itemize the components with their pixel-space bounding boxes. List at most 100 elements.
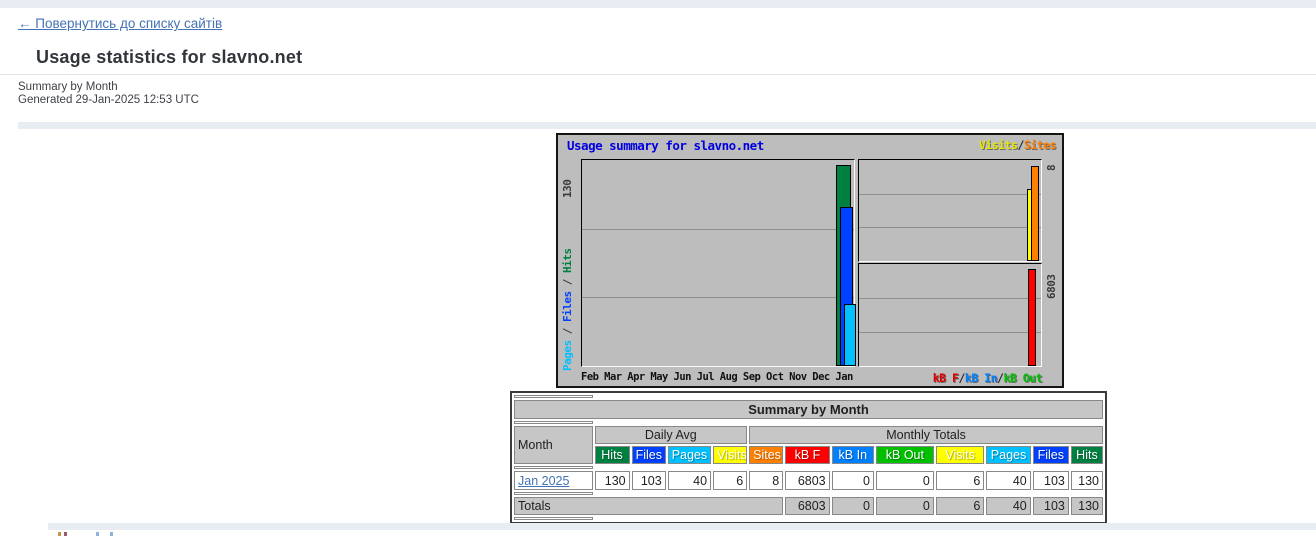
x-label-apr: Apr <box>627 371 644 383</box>
totals-value-cell: 0 <box>832 497 874 515</box>
x-label-sep: Sep <box>743 371 760 383</box>
totals-value-cell: 103 <box>1033 497 1069 515</box>
page: ← Повернутись до списку сайтів Usage sta… <box>0 0 1316 536</box>
column-header-kb-f: kB F <box>785 446 829 464</box>
value-cell: 6803 <box>785 471 829 490</box>
top-divider-band <box>0 0 1316 8</box>
back-link-wrap: ← Повернутись до списку сайтів <box>18 16 222 31</box>
gridline <box>582 297 854 298</box>
usage-summary-chart: Usage summary for slavno.net Visits/Site… <box>556 133 1064 388</box>
right-bottom-axis-max-label: 6803 <box>1045 259 1059 299</box>
gridline <box>859 194 1041 195</box>
chart-main-panel <box>581 159 855 367</box>
chart-legend-visits-sites: Visits/Sites <box>979 138 1056 152</box>
totals-value-cell: 6803 <box>785 497 829 515</box>
axis-word-hits: Hits <box>561 249 574 274</box>
column-header-files: Files <box>632 446 666 464</box>
legend-item-kb-in: kB In <box>965 371 997 385</box>
month-link-jan-2025[interactable]: Jan 2025 <box>518 474 569 488</box>
totals-value-cell: 40 <box>986 497 1030 515</box>
gridline <box>582 229 854 230</box>
separator-row <box>514 395 1103 398</box>
x-label-jul: Jul <box>697 371 714 383</box>
gridline <box>859 298 1041 299</box>
value-cell: 130 <box>595 471 630 490</box>
separator-cell <box>514 395 593 398</box>
x-label-nov: Nov <box>789 371 806 383</box>
separator-cell <box>514 492 593 495</box>
column-header-pages: Pages <box>986 446 1030 464</box>
x-label-aug: Aug <box>720 371 737 383</box>
totals-value-cell: 130 <box>1071 497 1103 515</box>
separator-cell <box>514 466 593 469</box>
column-header-visits: Visits <box>936 446 985 464</box>
value-cell: 6 <box>936 471 985 490</box>
legend-item-kb-f: kB F <box>933 371 959 385</box>
monthly-totals-group-header: Monthly Totals <box>749 426 1103 444</box>
horizontal-rule <box>0 74 1316 75</box>
value-cell: 130 <box>1071 471 1103 490</box>
chart-title: Usage summary for slavno.net <box>567 138 764 153</box>
legend-item-kb-out: kB Out <box>1003 371 1042 385</box>
totals-label: Totals <box>514 497 783 515</box>
value-cell: 8 <box>749 471 783 490</box>
back-to-site-list-link[interactable]: ← Повернутись до списку сайтів <box>18 16 222 31</box>
x-label-jan: Jan <box>835 371 852 383</box>
bottom-divider-band <box>48 523 1316 530</box>
totals-value-cell: 6 <box>936 497 985 515</box>
summary-by-month-label: Summary by Month <box>18 81 118 93</box>
separator-row <box>514 517 1103 520</box>
separator-cell <box>514 421 593 424</box>
legend-item-visits: Visits <box>979 138 1018 152</box>
x-label-feb: Feb <box>581 371 598 383</box>
column-header-sites: Sites <box>749 446 783 464</box>
value-cell: 40 <box>986 471 1030 490</box>
separator-cell <box>514 517 593 520</box>
generated-timestamp: Generated 29-Jan-2025 12:53 UTC <box>18 94 199 106</box>
axis-word-pages: Pages <box>561 340 574 371</box>
clipped-glyph <box>58 532 61 536</box>
legend-item-sites: Sites <box>1024 138 1056 152</box>
column-header-row: HitsFilesPagesVisitsSiteskB FkB InkB Out… <box>514 446 1103 464</box>
column-header-hits: Hits <box>595 446 630 464</box>
page-title: Usage statistics for slavno.net <box>36 47 302 68</box>
table-caption: Summary by Month <box>514 400 1103 419</box>
x-label-mar: Mar <box>604 371 621 383</box>
totals-row: Totals 680300640103130 <box>514 497 1103 515</box>
clipped-glyph <box>110 532 113 536</box>
column-header-kb-in: kB In <box>832 446 874 464</box>
x-label-may: May <box>650 371 667 383</box>
bar-pages <box>844 304 856 366</box>
value-cell: 0 <box>832 471 874 490</box>
value-cell: 6 <box>713 471 747 490</box>
column-header-kb-out: kB Out <box>876 446 934 464</box>
bar-kb-f <box>1028 269 1036 366</box>
x-axis-month-labels: FebMarAprMayJunJulAugSepOctNovDecJan <box>581 371 853 383</box>
value-cell: 103 <box>632 471 666 490</box>
value-cell: 103 <box>1033 471 1069 490</box>
totals-value-cell: 0 <box>876 497 934 515</box>
separator-row <box>514 421 1103 424</box>
separator-row <box>514 492 1103 495</box>
column-header-hits: Hits <box>1071 446 1103 464</box>
table-row-jan-2025: Jan 2025 1301034068680300640103130 <box>514 471 1103 490</box>
gridline <box>859 332 1041 333</box>
month-cell: Jan 2025 <box>514 471 593 490</box>
clipped-glyph <box>64 532 67 536</box>
bar-sites <box>1031 166 1039 261</box>
axis-word-files: Files <box>561 291 574 322</box>
left-axis-title: Pages / Files / Hits <box>561 237 575 371</box>
clipped-footer-text <box>58 532 178 536</box>
separator-row <box>514 466 1103 469</box>
mid-divider-band <box>18 122 1316 129</box>
month-column-header: Month <box>514 426 593 464</box>
chart-kbytes-panel <box>858 263 1042 367</box>
chart-legend-kbytes: kB F/kB In/kB Out <box>933 371 1042 385</box>
value-cell: 40 <box>668 471 711 490</box>
column-header-files: Files <box>1033 446 1069 464</box>
daily-avg-group-header: Daily Avg <box>595 426 748 444</box>
column-header-visits: Visits <box>713 446 747 464</box>
gridline <box>859 227 1041 228</box>
chart-visits-sites-panel <box>858 159 1042 262</box>
right-top-axis-max-label: 8 <box>1045 155 1059 171</box>
